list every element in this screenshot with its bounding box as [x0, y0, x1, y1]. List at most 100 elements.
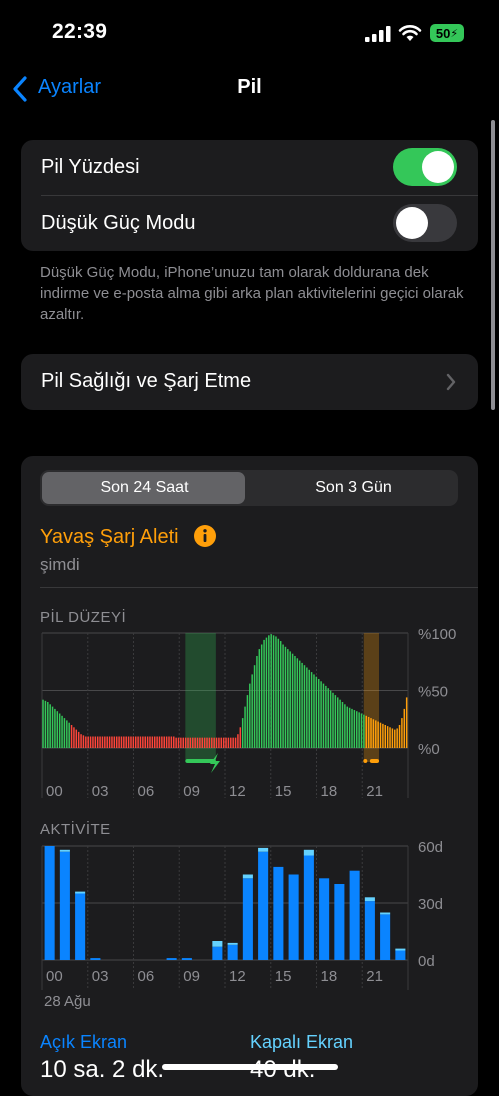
- battery-bar: [241, 718, 244, 748]
- x-tick-label: 03: [92, 783, 109, 800]
- battery-bar: [367, 716, 370, 748]
- battery-bar: [158, 736, 161, 748]
- battery-bar: [244, 706, 246, 748]
- battery-bar: [87, 736, 89, 748]
- segment-last-3-days[interactable]: Son 3 Gün: [249, 470, 458, 506]
- battery-bar: [249, 683, 251, 748]
- info-icon[interactable]: [194, 525, 216, 547]
- battery-bar: [49, 704, 51, 748]
- x-tick-label: 03: [92, 968, 109, 985]
- battery-bar: [372, 719, 375, 748]
- battery-bar: [227, 737, 230, 748]
- battery-bar: [70, 725, 73, 748]
- battery-bar: [375, 720, 377, 748]
- screen-off-bar: [395, 948, 406, 951]
- battery-level: 50: [435, 25, 451, 41]
- battery-bar: [310, 672, 313, 748]
- battery-bar: [134, 736, 137, 748]
- battery-bar: [391, 728, 394, 748]
- screen-on-bar: [364, 901, 375, 960]
- screen-on-bar: [258, 851, 269, 960]
- battery-bar: [149, 736, 151, 748]
- home-indicator[interactable]: [162, 1064, 338, 1070]
- battery-bar: [363, 714, 365, 748]
- scroll-indicator[interactable]: [491, 120, 495, 410]
- y-tick-label: %100: [418, 626, 456, 643]
- battery-settings-card: Pil Yüzdesi Düşük Güç Modu: [21, 140, 478, 251]
- battery-bar: [118, 736, 120, 748]
- battery-bar: [251, 674, 253, 748]
- battery-bar: [284, 646, 287, 748]
- battery-bar: [258, 649, 261, 748]
- screen-off-bar: [227, 942, 238, 945]
- battery-bar: [277, 638, 280, 748]
- battery-bar: [199, 737, 201, 748]
- battery-bar: [296, 658, 299, 748]
- battery-bar: [379, 722, 382, 748]
- battery-bar: [58, 713, 61, 748]
- bolt-icon: ⚡: [450, 27, 459, 40]
- battery-bar: [47, 702, 49, 748]
- battery-bar: [189, 737, 192, 748]
- screen-on-bar: [273, 866, 284, 960]
- screen-on-bar: [75, 893, 86, 960]
- battery-bar: [177, 737, 180, 748]
- battery-bar: [287, 649, 289, 748]
- battery-bar: [92, 736, 94, 748]
- screen-on-bar: [334, 884, 345, 960]
- battery-bar: [230, 737, 232, 748]
- battery-bar: [365, 715, 367, 748]
- battery-percentage-label: Pil Yüzdesi: [41, 156, 140, 178]
- battery-bar: [398, 725, 401, 748]
- battery-bar: [106, 736, 108, 748]
- battery-bar: [237, 734, 239, 748]
- battery-bar: [115, 736, 118, 748]
- battery-bar: [168, 736, 170, 748]
- battery-bar: [220, 737, 223, 748]
- battery-bar: [344, 704, 346, 748]
- battery-bar: [161, 736, 163, 748]
- battery-bar: [294, 656, 296, 748]
- battery-bar: [320, 681, 322, 748]
- screen-off-bar: [303, 849, 314, 856]
- battery-bar: [203, 737, 206, 748]
- battery-bar: [315, 676, 318, 748]
- battery-bar: [206, 737, 208, 748]
- battery-health-row[interactable]: Pil Sağlığı ve Şarj Etme: [21, 354, 478, 410]
- battery-bar: [291, 653, 294, 748]
- battery-bar: [187, 737, 189, 748]
- battery-bar: [208, 737, 211, 748]
- cellular-signal-icon: [365, 26, 391, 42]
- battery-bar: [356, 711, 358, 748]
- battery-bar: [306, 667, 308, 748]
- battery-bar: [246, 695, 249, 748]
- battery-bar: [89, 736, 92, 748]
- battery-bar: [272, 635, 275, 748]
- battery-bar: [405, 697, 408, 748]
- low-power-mode-toggle[interactable]: [393, 204, 457, 242]
- screen-on-bar: [90, 958, 101, 960]
- screen-on-bar: [227, 944, 238, 960]
- segment-last-24-hours[interactable]: Son 24 Saat: [40, 470, 249, 506]
- time-range-segmented-control[interactable]: Son 24 Saat Son 3 Gün: [40, 470, 458, 506]
- battery-bar: [54, 708, 56, 748]
- battery-bar: [289, 651, 291, 748]
- battery-bar: [270, 634, 272, 748]
- battery-bar: [341, 702, 344, 748]
- battery-bar: [317, 679, 320, 748]
- battery-bar: [386, 726, 389, 748]
- battery-bar: [56, 711, 59, 748]
- battery-bar: [184, 737, 187, 748]
- battery-bar: [346, 706, 348, 748]
- charging-marker: [363, 759, 368, 763]
- x-tick-label: 00: [46, 968, 63, 985]
- battery-bar: [279, 641, 282, 748]
- battery-bar: [370, 718, 372, 748]
- battery-percentage-toggle[interactable]: [393, 148, 457, 186]
- battery-bar: [337, 697, 339, 748]
- battery-bar: [275, 636, 277, 748]
- battery-bar: [239, 727, 242, 748]
- toggle-knob: [422, 151, 454, 183]
- battery-bar: [142, 736, 144, 748]
- battery-bar: [268, 635, 270, 748]
